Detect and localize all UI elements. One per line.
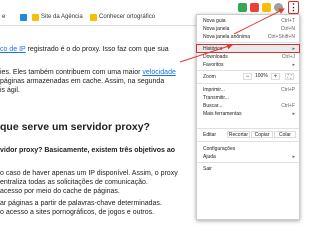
- tab-1[interactable]: e: [2, 10, 5, 24]
- chevron-right-icon: ▸: [292, 61, 295, 68]
- paragraph-1-text: registrado é o do proxy. Isso faz com qu…: [25, 46, 169, 53]
- menu-item-label: Favoritos: [203, 61, 224, 68]
- shortcut-label: Ctrl+N: [280, 25, 295, 32]
- menu-item-historico[interactable]: Histórico ▸: [196, 44, 300, 53]
- paragraph-8: acesso por meio do cache de páginas.: [0, 188, 120, 195]
- shortcut-label: Ctrl+T: [281, 17, 295, 24]
- menu-item-downloads[interactable]: Downloads Ctrl+J: [197, 53, 299, 60]
- menu-item-buscar[interactable]: Buscar... Ctrl+F: [197, 102, 299, 109]
- cut-button[interactable]: Recortar: [227, 131, 250, 138]
- menu-item-favoritos[interactable]: Favoritos ▸: [197, 61, 299, 68]
- menu-item-label: Ajuda: [203, 153, 216, 160]
- menu-divider: [197, 42, 299, 43]
- section-heading: que serve um servidor proxy?: [0, 121, 150, 133]
- menu-divider: [197, 128, 299, 129]
- menu-item-label: Buscar...: [203, 102, 223, 109]
- paragraph-7: entraliza todas as solicitações de comun…: [0, 179, 148, 186]
- tab-conhecer-label: Conhecer ortográfico: [99, 14, 156, 20]
- paragraph-9: ar páginas a partir de palavras-chave de…: [0, 200, 162, 207]
- zoom-label: Zoom: [203, 73, 216, 80]
- chrome-main-menu: Nova guia Ctrl+T Nova janela Ctrl+N Nova…: [196, 14, 300, 220]
- menu-item-configuracoes[interactable]: Configurações: [197, 145, 299, 152]
- menu-item-nova-janela-anonima[interactable]: Nova janela anônima Ctrl+Shift+N: [197, 33, 299, 40]
- extension-icon-2[interactable]: [250, 3, 259, 12]
- tab-site-agencia[interactable]: Site da Agência: [32, 10, 83, 24]
- ip-link[interactable]: co de IP: [0, 46, 26, 53]
- menu-divider: [197, 162, 299, 163]
- menu-item-sair[interactable]: Sair: [197, 165, 299, 172]
- zoom-out-button[interactable]: −: [243, 73, 252, 80]
- bookmark-folder-icon: [32, 13, 39, 21]
- paste-button[interactable]: Colar: [274, 131, 296, 138]
- menu-divider: [197, 83, 299, 84]
- fullscreen-icon[interactable]: ⛶: [285, 73, 294, 80]
- menu-item-label: Imprimir...: [203, 86, 225, 93]
- menu-item-label: Mais ferramentas: [203, 110, 242, 117]
- extension-icon-1[interactable]: [238, 3, 247, 12]
- chevron-right-icon: ▸: [292, 110, 295, 117]
- paragraph-4-text: is ágil.: [0, 87, 20, 94]
- menu-item-label: Histórico: [203, 45, 223, 52]
- menu-item-ajuda[interactable]: Ajuda ▸: [197, 153, 299, 160]
- menu-item-mais-ferramentas[interactable]: Mais ferramentas ▸: [197, 110, 299, 117]
- zoom-in-button[interactable]: +: [271, 73, 280, 80]
- velocidade-link[interactable]: velocidade: [142, 69, 175, 76]
- paragraph-2-text: ies. Eles também contribuem com uma maio…: [0, 69, 143, 76]
- shortcut-label: Ctrl+P: [280, 86, 295, 93]
- chevron-right-icon: ▸: [292, 45, 295, 52]
- menu-item-label: Sair: [203, 165, 212, 172]
- menu-item-label: Transmitir...: [203, 94, 229, 101]
- edit-label: Editar: [203, 131, 217, 138]
- menu-item-label: Nova janela anônima: [203, 33, 250, 40]
- paragraph-5: vidor proxy? Basicamente, existem três o…: [0, 147, 176, 154]
- paragraph-4: is ágil.: [0, 86, 20, 95]
- shortcut-label: Ctrl+Shift+N: [267, 33, 295, 40]
- tab-conhecer[interactable]: Conhecer ortográfico: [90, 10, 155, 24]
- chevron-right-icon: ▸: [292, 153, 295, 160]
- profile-avatar[interactable]: [274, 3, 283, 12]
- tab-2-favicon-icon: [20, 13, 27, 21]
- paragraph-6: o caso de haver apenas um IP disponível.…: [0, 170, 178, 177]
- menu-edit-row: Editar Recortar Copiar Colar: [197, 130, 299, 139]
- menu-item-nova-guia[interactable]: Nova guia Ctrl+T: [197, 17, 299, 24]
- extension-icon-3[interactable]: [262, 3, 271, 12]
- tab-2[interactable]: [20, 10, 27, 24]
- paragraph-3: páginas armazenadas em cache. Assim, na …: [0, 77, 164, 86]
- menu-item-nova-janela[interactable]: Nova janela Ctrl+N: [197, 25, 299, 32]
- menu-divider: [197, 70, 299, 71]
- zoom-value: 100%: [255, 73, 268, 79]
- menu-item-label: Configurações: [203, 145, 236, 152]
- menu-zoom-row: Zoom − 100% + ⛶: [197, 72, 299, 81]
- menu-item-imprimir[interactable]: Imprimir... Ctrl+P: [197, 86, 299, 93]
- paragraph-10: o acesso a sites pornográficos, de jogos…: [0, 209, 155, 216]
- bookmark-folder-icon: [90, 13, 97, 21]
- more-vert-icon: ⋮: [289, 2, 298, 12]
- tab-site-agencia-label: Site da Agência: [41, 14, 83, 20]
- chrome-menu-button[interactable]: ⋮: [288, 1, 299, 14]
- menu-item-transmitir[interactable]: Transmitir...: [197, 94, 299, 101]
- tab-1-label: e: [2, 14, 6, 20]
- copy-button[interactable]: Copiar: [251, 131, 273, 138]
- menu-item-label: Nova janela: [203, 25, 230, 32]
- menu-item-label: Nova guia: [203, 17, 226, 24]
- paragraph-1: co de IP registrado é o do proxy. Isso f…: [0, 45, 169, 54]
- shortcut-label: Ctrl+F: [281, 102, 295, 109]
- menu-item-label: Downloads: [203, 53, 228, 60]
- shortcut-label: Ctrl+J: [281, 53, 295, 60]
- paragraph-2: ies. Eles também contribuem com uma maio…: [0, 68, 176, 77]
- paragraph-3-text: páginas armazenadas em cache. Assim, na …: [0, 78, 165, 85]
- menu-divider: [197, 141, 299, 142]
